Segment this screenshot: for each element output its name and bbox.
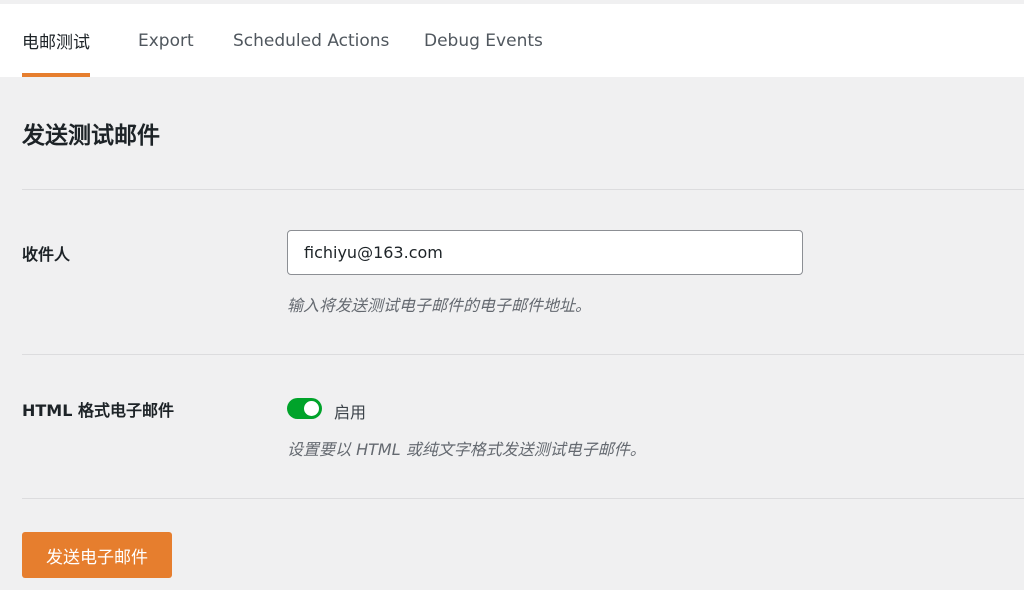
divider	[22, 498, 1024, 499]
tab-label: Debug Events	[424, 30, 543, 51]
section-title: 发送测试邮件	[22, 123, 160, 149]
tab-label: Export	[138, 30, 194, 51]
tab-email-test[interactable]: 电邮测试	[22, 4, 90, 77]
divider	[22, 354, 1024, 355]
recipient-help-text: 输入将发送测试电子邮件的电子邮件地址。	[287, 296, 592, 315]
divider	[22, 189, 1024, 190]
html-email-label: HTML 格式电子邮件	[22, 401, 174, 420]
recipient-label: 收件人	[22, 245, 71, 264]
tab-debug-events[interactable]: Debug Events	[424, 4, 543, 77]
recipient-email-input[interactable]	[287, 230, 803, 275]
toggle-knob	[304, 401, 319, 416]
tabs-bar: 电邮测试 Export Scheduled Actions Debug Even…	[0, 4, 1024, 77]
tab-scheduled-actions[interactable]: Scheduled Actions	[233, 4, 389, 77]
tab-label: 电邮测试	[22, 33, 90, 53]
html-email-help-text: 设置要以 HTML 或纯文字格式发送测试电子邮件。	[287, 440, 646, 459]
tab-label: Scheduled Actions	[233, 30, 390, 51]
toggle-enabled-label: 启用	[334, 403, 367, 422]
tab-export[interactable]: Export	[138, 4, 194, 77]
send-email-button[interactable]: 发送电子邮件	[22, 532, 172, 578]
html-email-toggle[interactable]	[287, 398, 322, 419]
active-tab-indicator	[22, 73, 90, 77]
